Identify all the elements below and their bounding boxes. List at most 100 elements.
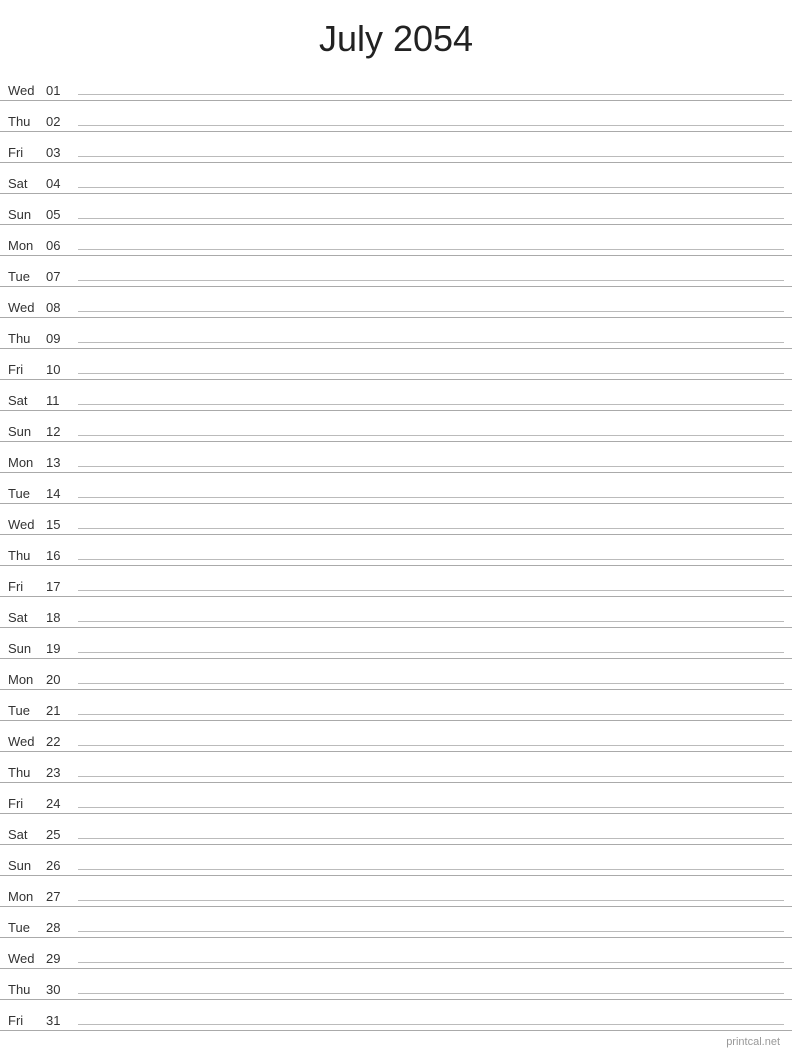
day-number: 02 xyxy=(46,114,74,131)
table-row: Mon13 xyxy=(0,442,792,473)
day-number: 24 xyxy=(46,796,74,813)
day-name: Wed xyxy=(8,300,46,317)
day-name: Tue xyxy=(8,486,46,503)
day-name: Tue xyxy=(8,920,46,937)
day-line xyxy=(78,962,784,963)
table-row: Fri03 xyxy=(0,132,792,163)
table-row: Sat18 xyxy=(0,597,792,628)
day-number: 31 xyxy=(46,1013,74,1030)
day-name: Thu xyxy=(8,114,46,131)
table-row: Sun19 xyxy=(0,628,792,659)
day-line xyxy=(78,125,784,126)
table-row: Sat04 xyxy=(0,163,792,194)
table-row: Wed22 xyxy=(0,721,792,752)
table-row: Tue21 xyxy=(0,690,792,721)
table-row: Tue28 xyxy=(0,907,792,938)
day-number: 26 xyxy=(46,858,74,875)
day-line xyxy=(78,435,784,436)
day-name: Sun xyxy=(8,858,46,875)
day-name: Mon xyxy=(8,455,46,472)
day-line xyxy=(78,280,784,281)
day-name: Fri xyxy=(8,579,46,596)
day-line xyxy=(78,993,784,994)
day-number: 27 xyxy=(46,889,74,906)
table-row: Fri24 xyxy=(0,783,792,814)
day-line xyxy=(78,714,784,715)
day-number: 09 xyxy=(46,331,74,348)
day-line xyxy=(78,776,784,777)
day-name: Mon xyxy=(8,889,46,906)
day-number: 08 xyxy=(46,300,74,317)
day-line xyxy=(78,838,784,839)
table-row: Tue07 xyxy=(0,256,792,287)
table-row: Wed29 xyxy=(0,938,792,969)
day-line xyxy=(78,497,784,498)
day-name: Fri xyxy=(8,362,46,379)
day-number: 10 xyxy=(46,362,74,379)
day-line xyxy=(78,94,784,95)
day-name: Wed xyxy=(8,83,46,100)
day-number: 13 xyxy=(46,455,74,472)
day-name: Sat xyxy=(8,610,46,627)
table-row: Sun26 xyxy=(0,845,792,876)
table-row: Sat11 xyxy=(0,380,792,411)
table-row: Sun12 xyxy=(0,411,792,442)
day-name: Tue xyxy=(8,703,46,720)
table-row: Thu16 xyxy=(0,535,792,566)
day-line xyxy=(78,1024,784,1025)
day-number: 18 xyxy=(46,610,74,627)
day-name: Thu xyxy=(8,765,46,782)
day-number: 21 xyxy=(46,703,74,720)
table-row: Wed08 xyxy=(0,287,792,318)
day-name: Sun xyxy=(8,207,46,224)
day-name: Mon xyxy=(8,238,46,255)
day-name: Sat xyxy=(8,827,46,844)
day-number: 03 xyxy=(46,145,74,162)
day-number: 17 xyxy=(46,579,74,596)
day-line xyxy=(78,559,784,560)
day-line xyxy=(78,931,784,932)
day-name: Tue xyxy=(8,269,46,286)
day-number: 23 xyxy=(46,765,74,782)
day-line xyxy=(78,249,784,250)
day-name: Fri xyxy=(8,796,46,813)
table-row: Thu30 xyxy=(0,969,792,1000)
day-name: Sat xyxy=(8,176,46,193)
day-line xyxy=(78,187,784,188)
day-name: Wed xyxy=(8,951,46,968)
table-row: Mon20 xyxy=(0,659,792,690)
day-line xyxy=(78,683,784,684)
table-row: Mon06 xyxy=(0,225,792,256)
day-line xyxy=(78,466,784,467)
table-row: Tue14 xyxy=(0,473,792,504)
day-line xyxy=(78,156,784,157)
day-name: Fri xyxy=(8,1013,46,1030)
day-number: 06 xyxy=(46,238,74,255)
day-name: Mon xyxy=(8,672,46,689)
table-row: Fri10 xyxy=(0,349,792,380)
day-line xyxy=(78,311,784,312)
day-number: 30 xyxy=(46,982,74,999)
day-name: Thu xyxy=(8,548,46,565)
table-row: Thu02 xyxy=(0,101,792,132)
watermark: printcal.net xyxy=(726,1036,780,1048)
day-name: Thu xyxy=(8,982,46,999)
day-name: Fri xyxy=(8,145,46,162)
table-row: Mon27 xyxy=(0,876,792,907)
table-row: Wed01 xyxy=(0,70,792,101)
day-number: 07 xyxy=(46,269,74,286)
day-name: Sun xyxy=(8,641,46,658)
table-row: Fri17 xyxy=(0,566,792,597)
day-number: 28 xyxy=(46,920,74,937)
day-line xyxy=(78,404,784,405)
day-number: 29 xyxy=(46,951,74,968)
day-number: 22 xyxy=(46,734,74,751)
day-number: 16 xyxy=(46,548,74,565)
table-row: Thu09 xyxy=(0,318,792,349)
day-number: 11 xyxy=(46,393,74,410)
day-number: 19 xyxy=(46,641,74,658)
day-number: 14 xyxy=(46,486,74,503)
day-name: Sun xyxy=(8,424,46,441)
day-line xyxy=(78,900,784,901)
table-row: Thu23 xyxy=(0,752,792,783)
